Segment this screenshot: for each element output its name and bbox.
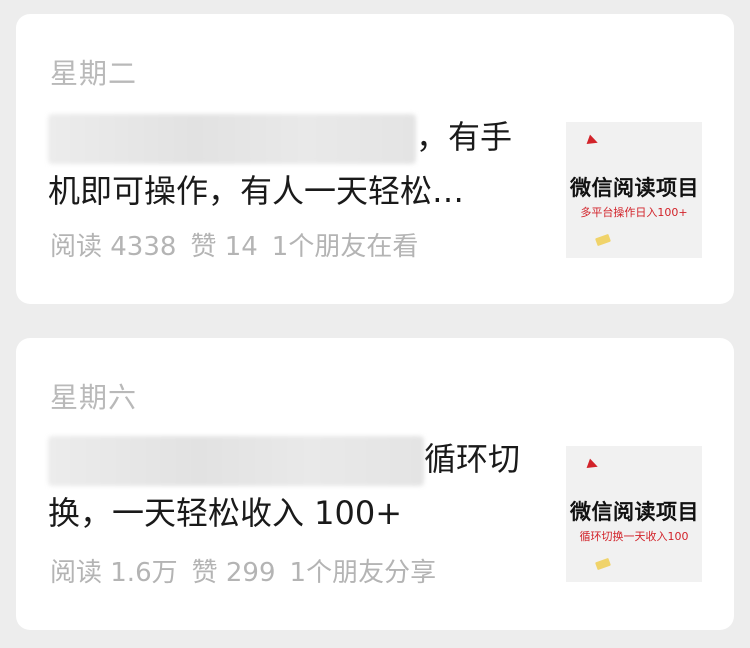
flag-icon: [586, 134, 600, 148]
title-line-2: 机即可操作，有人一天轻松…: [48, 172, 465, 210]
thumbnail-title: 微信阅读项目: [570, 500, 699, 524]
publish-day: 星期六: [50, 381, 138, 414]
blurred-title-region: [48, 114, 416, 164]
paper-plane-icon: [595, 233, 611, 247]
friends-status: 1个朋友分享: [289, 558, 437, 588]
blurred-title-region: [48, 436, 424, 486]
article-thumbnail[interactable]: 微信阅读项目 多平台操作日入100+: [566, 122, 702, 258]
paper-plane-icon: [595, 557, 611, 571]
article-stats: 阅读 1.6万赞 299 1个朋友分享: [50, 552, 450, 589]
article-card[interactable]: 星期六 循环切 换，一天轻松收入 100+ 阅读 1.6万赞 299 1个朋友分享…: [16, 338, 734, 630]
read-count: 阅读 1.6万: [50, 558, 178, 588]
article-card[interactable]: 星期二 ，有手 机即可操作，有人一天轻松… 阅读 4338 赞 14 1个朋友在看 …: [16, 14, 734, 304]
friends-status: 1个朋友在看: [271, 232, 419, 262]
article-stats: 阅读 4338 赞 14 1个朋友在看: [50, 226, 432, 263]
article-thumbnail[interactable]: 微信阅读项目 循环切换一天收入100: [566, 446, 702, 582]
article-title[interactable]: 循环切 换，一天轻松收入 100+: [48, 432, 528, 540]
title-line-1-text: ，有手: [416, 118, 513, 156]
article-title[interactable]: ，有手 机即可操作，有人一天轻松…: [48, 110, 528, 218]
thumbnail-subtitle: 多平台操作日入100+: [580, 206, 688, 219]
like-count: 赞 299: [191, 558, 276, 588]
flag-icon: [586, 458, 600, 472]
like-count: 赞 14: [190, 232, 258, 262]
thumbnail-title: 微信阅读项目: [570, 176, 699, 200]
publish-day: 星期二: [50, 57, 138, 90]
thumbnail-subtitle: 循环切换一天收入100: [579, 530, 689, 543]
title-line-1-text: 循环切: [424, 440, 521, 478]
title-line-2: 换，一天轻松收入 100+: [48, 494, 403, 532]
read-count: 阅读 4338: [50, 232, 177, 262]
